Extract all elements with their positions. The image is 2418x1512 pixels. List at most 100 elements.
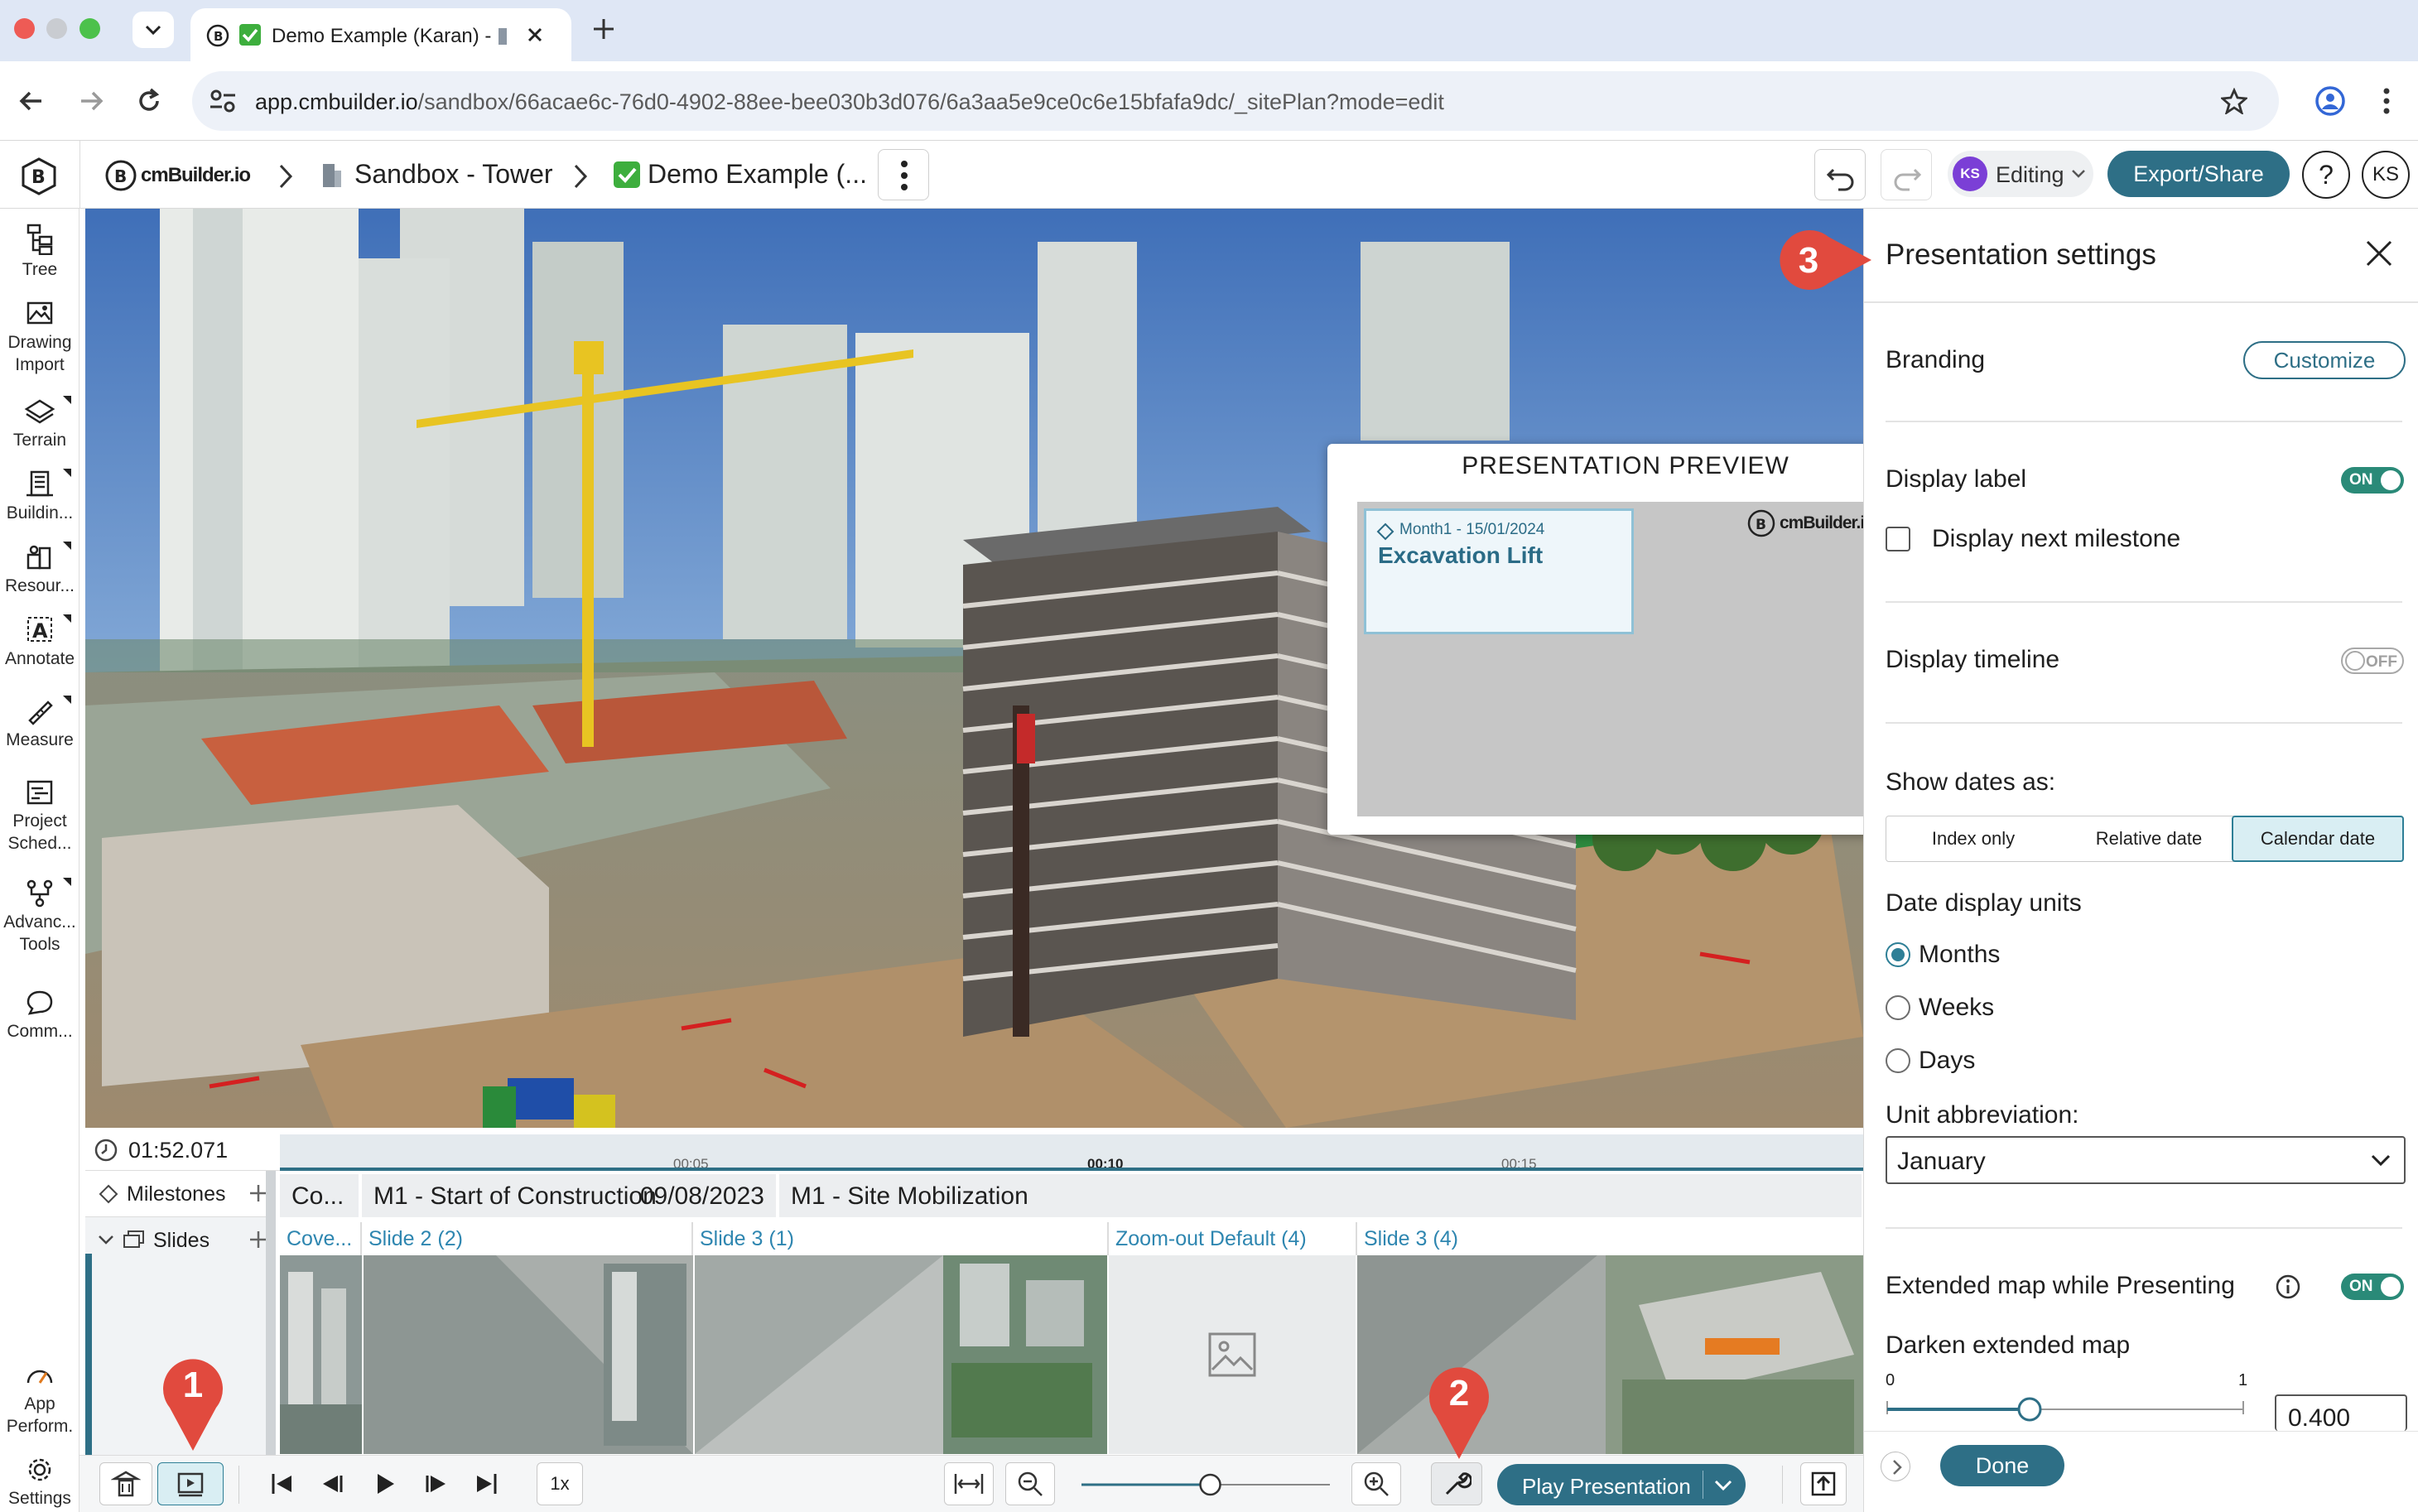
- slide-label[interactable]: Slide 2 (2): [362, 1222, 693, 1255]
- redo-button[interactable]: [1881, 149, 1932, 200]
- done-button[interactable]: Done: [1940, 1445, 2064, 1486]
- minimize-window-button[interactable]: [46, 18, 67, 39]
- darken-extended-map-slider[interactable]: [1886, 1391, 2247, 1424]
- editing-mode-dropdown[interactable]: KS Editing: [1948, 151, 2093, 197]
- site-view-button[interactable]: [99, 1462, 152, 1505]
- unit-weeks-radio[interactable]: [1886, 995, 1910, 1020]
- help-button[interactable]: ?: [2302, 151, 2350, 199]
- playback-speed-button[interactable]: 1x: [537, 1462, 583, 1505]
- step-back-icon: [323, 1476, 343, 1492]
- forward-arrow-icon[interactable]: [76, 86, 106, 116]
- display-label-toggle[interactable]: ON: [2341, 467, 2404, 494]
- preview-canvas: Month1 - 15/01/2024 Excavation Lift B cm…: [1357, 502, 1863, 816]
- tool-terrain[interactable]: Terrain: [0, 396, 79, 451]
- breadcrumb-project[interactable]: Sandbox - Tower: [354, 159, 553, 190]
- tool-measure[interactable]: Measure: [0, 696, 79, 751]
- user-account-button[interactable]: KS: [2362, 151, 2410, 199]
- plan-menu-button[interactable]: [878, 149, 929, 200]
- tree-icon: [26, 224, 53, 255]
- callout-number: 1: [182, 1365, 204, 1405]
- maximize-window-button[interactable]: [79, 18, 100, 39]
- zoom-in-button[interactable]: [1351, 1462, 1401, 1505]
- display-timeline-toggle[interactable]: OFF: [2341, 648, 2404, 674]
- browser-tab-active[interactable]: B Demo Example (Karan) -: [190, 8, 571, 61]
- tool-tree[interactable]: Tree: [0, 222, 79, 281]
- tool-building[interactable]: Buildin...: [0, 469, 79, 524]
- slides-icon: [123, 1230, 144, 1248]
- tool-settings[interactable]: Settings: [0, 1456, 79, 1510]
- info-icon[interactable]: [2275, 1274, 2301, 1300]
- undo-button[interactable]: [1814, 149, 1866, 200]
- url-bar[interactable]: app.cmbuilder.io/sandbox/66acae6c-76d0-4…: [192, 71, 2279, 131]
- slide-label[interactable]: Slide 3 (4): [1357, 1222, 1863, 1255]
- timeline-scrollbar[interactable]: [266, 1171, 276, 1455]
- slide-label[interactable]: Zoom-out Default (4): [1109, 1222, 1357, 1255]
- tool-resources[interactable]: Resour...: [0, 542, 79, 597]
- slide-label[interactable]: Slide 3 (1): [693, 1222, 1109, 1255]
- profile-icon[interactable]: [2314, 84, 2347, 118]
- back-arrow-icon[interactable]: [17, 86, 46, 116]
- site-settings-icon[interactable]: [209, 88, 237, 114]
- presentation-settings-button[interactable]: [1431, 1462, 1482, 1505]
- chevron-down-icon[interactable]: [97, 1234, 115, 1247]
- upload-export-button[interactable]: [1800, 1462, 1847, 1505]
- slide-thumbnail[interactable]: [695, 1255, 1107, 1454]
- tool-annotate[interactable]: A Annotate: [0, 614, 79, 670]
- milestone-block[interactable]: M1 - Site Mobilization: [779, 1174, 1863, 1217]
- step-back-button[interactable]: [311, 1462, 354, 1505]
- date-mode-relative[interactable]: Relative date: [2061, 816, 2237, 862]
- collapse-panel-button[interactable]: [1881, 1452, 1910, 1481]
- play-presentation-button[interactable]: Play Presentation: [1497, 1464, 1746, 1505]
- url-path: /sandbox/66acae6c-76d0-4902-88ee-bee030b…: [417, 89, 1444, 114]
- new-tab-icon[interactable]: [591, 17, 616, 41]
- browser-menu-icon[interactable]: [2378, 86, 2395, 116]
- bookmark-star-icon[interactable]: [2221, 88, 2247, 114]
- slide-thumbnail-image: [364, 1255, 693, 1454]
- presentation-mode-button[interactable]: [157, 1462, 224, 1505]
- extended-map-toggle[interactable]: ON: [2341, 1274, 2404, 1300]
- reload-icon[interactable]: [134, 86, 164, 116]
- milestone-block[interactable]: M1 - Start of Construction 09/08/2023: [362, 1174, 778, 1217]
- brand-logo[interactable]: B cmBuilder.io: [104, 159, 251, 192]
- app-logo-icon[interactable]: B: [20, 157, 58, 195]
- tool-advanced[interactable]: Advanc... Tools: [0, 878, 79, 956]
- jump-to-start-button[interactable]: [260, 1462, 303, 1505]
- schedule-icon: [26, 780, 53, 805]
- step-forward-button[interactable]: [414, 1462, 457, 1505]
- zoom-out-button[interactable]: [1005, 1462, 1055, 1505]
- timeline-zoom-slider[interactable]: [1081, 1472, 1330, 1497]
- export-share-button[interactable]: Export/Share: [2107, 151, 2290, 197]
- unit-days-radio[interactable]: [1886, 1048, 1910, 1073]
- presentation-play-icon: [177, 1472, 204, 1497]
- darken-value-input[interactable]: 0.400: [2275, 1394, 2407, 1431]
- date-mode-calendar[interactable]: Calendar date: [2232, 816, 2404, 862]
- tool-app-performance[interactable]: App Perform.: [0, 1360, 79, 1437]
- milestone-block[interactable]: Co...: [280, 1174, 360, 1217]
- display-next-milestone-checkbox[interactable]: [1886, 527, 1910, 551]
- close-window-button[interactable]: [14, 18, 35, 39]
- callout-number: 3: [1798, 240, 1819, 281]
- slide-thumbnail[interactable]: [364, 1255, 693, 1454]
- close-icon[interactable]: [2363, 237, 2396, 270]
- date-mode-index-only[interactable]: Index only: [1886, 816, 2061, 862]
- slide-thumbnail[interactable]: [280, 1255, 362, 1454]
- 3d-viewport[interactable]: PRESENTATION PREVIEW Month1 - 15/01/2024…: [85, 209, 1863, 1128]
- tool-project-schedule[interactable]: Project Sched...: [0, 777, 79, 855]
- submenu-indicator: [63, 396, 71, 404]
- slide-thumbnail-empty[interactable]: [1109, 1255, 1356, 1454]
- tool-drawing-import[interactable]: Drawing Import: [0, 298, 79, 376]
- unit-abbreviation-select[interactable]: January: [1886, 1136, 2406, 1184]
- chevron-down-icon[interactable]: [1712, 1477, 1734, 1494]
- slide-label[interactable]: Cove...: [280, 1222, 362, 1255]
- fit-timeline-button[interactable]: [944, 1462, 994, 1505]
- tab-search-button[interactable]: [132, 12, 174, 48]
- play-button[interactable]: [363, 1462, 406, 1505]
- time-ruler[interactable]: 00:05 00:10 00:15: [280, 1134, 1863, 1172]
- tool-comments[interactable]: Comm...: [0, 987, 79, 1043]
- jump-to-end-button[interactable]: [465, 1462, 508, 1505]
- close-tab-icon[interactable]: [525, 25, 545, 45]
- breadcrumb-plan[interactable]: Demo Example (...: [648, 159, 867, 190]
- customize-branding-button[interactable]: Customize: [2243, 341, 2406, 379]
- unit-months-radio[interactable]: [1886, 942, 1910, 967]
- measure-icon: [28, 701, 53, 725]
